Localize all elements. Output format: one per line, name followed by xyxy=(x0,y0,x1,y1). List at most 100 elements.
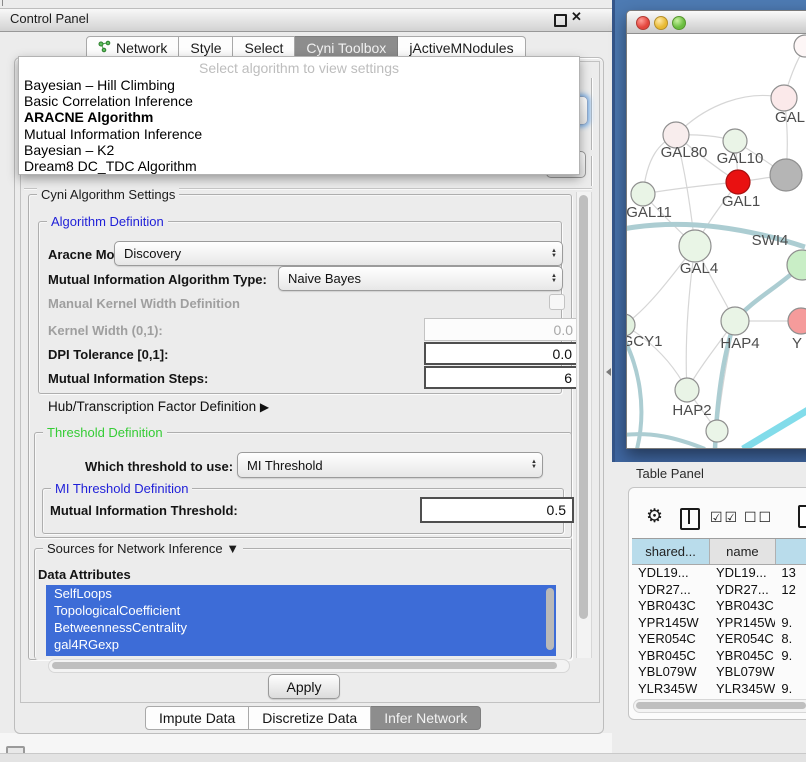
network-node[interactable] xyxy=(770,159,802,191)
table-row[interactable]: YER054CYER054C8. xyxy=(632,631,806,648)
algorithm-dropdown-popup: Select algorithm to view settings Bayesi… xyxy=(18,56,580,175)
table-row[interactable]: YDR27...YDR27...12 xyxy=(632,582,806,599)
network-node-hap2[interactable] xyxy=(675,378,699,402)
deselect-all-icon[interactable]: ☐☐ xyxy=(744,509,773,526)
table-hscroll-thumb[interactable] xyxy=(636,702,806,709)
table-cell: YPR145W xyxy=(632,615,710,632)
network-node-gal[interactable] xyxy=(771,85,797,111)
network-node-y[interactable] xyxy=(788,308,806,334)
mi-type-select[interactable]: Naive Bayes ▲▼ xyxy=(278,266,563,291)
column-header[interactable]: shared... xyxy=(632,539,710,564)
group-title: MI Threshold Definition xyxy=(51,481,192,496)
table-cell: YDR27... xyxy=(710,582,775,599)
table-row[interactable]: YBR045CYBR045C9. xyxy=(632,648,806,665)
network-graph-canvas[interactable]: GALGAL80GAL10GAL1GAL11SWI4GAL4GCY1HAP4YH… xyxy=(627,33,806,448)
apply-button[interactable]: Apply xyxy=(268,674,340,699)
kernel-width-label: Kernel Width (0,1): xyxy=(48,323,163,338)
node-label: GAL80 xyxy=(661,144,708,161)
covered-groupbox-edge xyxy=(588,156,592,186)
column-header[interactable]: name xyxy=(710,539,775,564)
network-view-window[interactable]: GALGAL80GAL10GAL1GAL11SWI4GAL4GCY1HAP4YH… xyxy=(626,10,806,449)
algorithm-option[interactable]: Mutual Information Inference xyxy=(19,126,579,142)
tab-jactivemnodules[interactable]: jActiveMNodules xyxy=(398,36,525,58)
algorithm-option[interactable]: Dream8 DC_TDC Algorithm xyxy=(19,158,579,174)
mi-type-value: Naive Bayes xyxy=(288,271,361,286)
covered-groupbox-edge xyxy=(588,78,592,150)
tab-style[interactable]: Style xyxy=(179,36,233,58)
network-node-gal1[interactable] xyxy=(726,170,750,194)
tab-cyni-toolbox[interactable]: Cyni Toolbox xyxy=(295,36,398,58)
attribute-item[interactable]: SelfLoops xyxy=(46,585,556,602)
splitpane-collapse-icon[interactable] xyxy=(606,368,611,376)
table-row[interactable]: YBR043CYBR043C xyxy=(632,598,806,615)
table-row[interactable]: YBL079WYBL079W xyxy=(632,664,806,681)
table-cell: 9. xyxy=(775,648,806,665)
network-edge[interactable] xyxy=(627,337,641,448)
attribute-item[interactable]: TopologicalCoefficient xyxy=(46,602,556,619)
attributes-scrollbar[interactable] xyxy=(546,588,554,650)
which-threshold-label: Which threshold to use: xyxy=(85,459,233,474)
file-icon[interactable] xyxy=(798,505,806,528)
mi-threshold-value: 0.5 xyxy=(547,502,566,518)
apply-label: Apply xyxy=(286,679,321,695)
network-icon xyxy=(98,40,111,56)
algorithm-option[interactable]: Bayesian – K2 xyxy=(19,142,579,158)
settings-vscrollbar[interactable] xyxy=(576,192,592,658)
node-label: GAL10 xyxy=(717,150,764,167)
aracne-mode-select[interactable]: Discovery ▲▼ xyxy=(114,241,563,266)
gear-icon[interactable]: ⚙ xyxy=(646,505,663,528)
dpi-tolerance-field[interactable]: 0.0 xyxy=(424,342,580,365)
mi-threshold-field[interactable]: 0.5 xyxy=(420,497,574,523)
tab-discretize-data[interactable]: Discretize Data xyxy=(249,706,371,730)
data-attributes-list[interactable]: SelfLoopsTopologicalCoefficientBetweenne… xyxy=(46,585,556,656)
settings-hscrollbar[interactable] xyxy=(48,659,570,673)
table-row[interactable]: YDL19...YDL19...13 xyxy=(632,565,806,582)
node-label: GAL1 xyxy=(722,193,760,210)
network-node-hap4[interactable] xyxy=(721,307,749,335)
network-edge[interactable] xyxy=(743,410,806,448)
algorithm-option[interactable]: Basic Correlation Inference xyxy=(19,93,579,109)
tab-select[interactable]: Select xyxy=(233,36,295,58)
close-panel-icon[interactable]: ✕ xyxy=(571,9,582,25)
node-table[interactable]: shared...name YDL19...YDL19...13YDR27...… xyxy=(632,538,806,699)
hscroll-thumb[interactable] xyxy=(52,662,557,669)
algorithm-option[interactable]: Bayesian – Hill Climbing xyxy=(19,77,579,93)
vscroll-thumb[interactable] xyxy=(579,195,588,619)
network-node-gal4[interactable] xyxy=(679,230,711,262)
zoom-traffic-light-icon[interactable] xyxy=(672,16,686,30)
tab-infer-network[interactable]: Infer Network xyxy=(371,706,481,730)
manual-kernel-label: Manual Kernel Width Definition xyxy=(48,296,240,311)
select-all-icon[interactable]: ☑☑ xyxy=(710,509,739,526)
network-node-gal11[interactable] xyxy=(631,182,655,206)
node-label: SWI4 xyxy=(752,232,789,249)
minimize-traffic-light-icon[interactable] xyxy=(654,16,668,30)
algorithm-option[interactable]: ARACNE Algorithm xyxy=(19,109,579,125)
table-hscrollbar[interactable] xyxy=(633,699,806,713)
aracne-mode-value: Discovery xyxy=(124,246,181,261)
tab-impute-data[interactable]: Impute Data xyxy=(145,706,249,730)
attribute-item[interactable]: gal4RGexp xyxy=(46,636,556,653)
group-title: Algorithm Definition xyxy=(47,214,168,229)
attribute-item[interactable]: BetweennessCentrality xyxy=(46,619,556,636)
hub-factor-expander[interactable]: Hub/Transcription Factor Definition ▶ xyxy=(48,399,269,414)
column-header[interactable] xyxy=(776,539,806,564)
mi-type-label: Mutual Information Algorithm Type: xyxy=(48,272,267,287)
tab-label: jActiveMNodules xyxy=(409,40,513,56)
tab-network[interactable]: Network xyxy=(86,36,179,58)
network-node[interactable] xyxy=(794,35,806,57)
table-row[interactable]: YPR145WYPR145W9. xyxy=(632,615,806,632)
table-cell: 9. xyxy=(775,681,806,698)
mi-steps-field[interactable]: 6 xyxy=(424,366,580,389)
which-threshold-select[interactable]: MI Threshold ▲▼ xyxy=(237,452,543,478)
network-node[interactable] xyxy=(706,420,728,442)
columns-icon[interactable] xyxy=(680,508,700,530)
network-edge[interactable] xyxy=(676,96,784,135)
kernel-width-field[interactable]: 0.0 xyxy=(424,318,580,341)
table-cell: YBR045C xyxy=(710,648,775,665)
table-row[interactable]: YLR345WYLR345W9. xyxy=(632,681,806,698)
table-cell xyxy=(775,598,806,615)
expanded-arrow-icon[interactable]: ▼ xyxy=(226,541,239,556)
manual-kernel-checkbox[interactable] xyxy=(549,294,565,310)
close-traffic-light-icon[interactable] xyxy=(636,16,650,30)
float-panel-icon[interactable] xyxy=(554,14,567,27)
